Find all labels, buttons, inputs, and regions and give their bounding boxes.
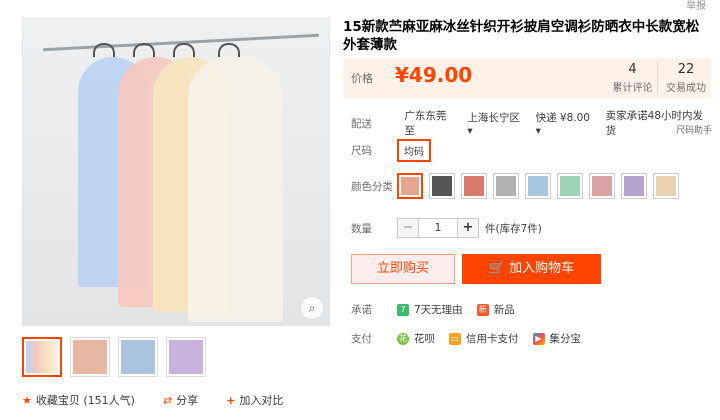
size-row: 尺码 均码 — [351, 139, 431, 162]
quantity-row: 数量 − 1 + 件(库存7件) — [351, 218, 542, 238]
plus-button[interactable]: + — [458, 219, 478, 237]
credit-card-icon: ▭ — [449, 332, 461, 345]
stock-text: 件(库存7件) — [485, 222, 542, 235]
hanger — [173, 43, 195, 57]
cart-icon: 🛒 — [488, 261, 510, 276]
color-options — [397, 173, 679, 199]
color-swatch[interactable] — [429, 173, 455, 199]
thumbnail-2[interactable] — [70, 337, 110, 377]
main-product-image[interactable]: ⌕ — [22, 18, 330, 326]
color-swatch[interactable] — [589, 173, 615, 199]
color-swatch[interactable] — [525, 173, 551, 199]
quantity-label: 数量 — [351, 222, 372, 235]
hanger — [93, 43, 115, 57]
new-icon: 新 — [476, 303, 489, 316]
jifenbao-icon: ▶ — [532, 332, 545, 345]
reviews-stat[interactable]: 4 累计评论 — [608, 62, 658, 94]
ship-to-select[interactable]: 上海长宁区 ▾ — [467, 110, 527, 137]
color-swatch[interactable] — [557, 173, 583, 199]
thumbnail-3[interactable] — [118, 337, 158, 377]
cardigan-white — [188, 57, 283, 322]
thumbnail-1[interactable] — [22, 337, 62, 377]
zoom-icon[interactable]: ⌕ — [301, 297, 323, 319]
pay-jifenbao[interactable]: ▶ 集分宝 — [532, 331, 581, 346]
sales-stat: 22 交易成功 — [666, 62, 706, 94]
color-label: 颜色分类 — [351, 180, 393, 193]
shipping-row: 配送 广东东莞 至 上海长宁区 ▾ 快递 ¥8.00 ▾ 卖家承诺48小时内发货 — [351, 108, 720, 138]
report-link[interactable]: 举报 — [686, 0, 706, 12]
size-label: 尺码 — [351, 145, 372, 157]
share-button[interactable]: ⇄ 分享 — [163, 392, 198, 408]
hanger — [133, 43, 155, 57]
promise-7day[interactable]: 7 7天无理由 — [397, 302, 463, 317]
pay-huabei[interactable]: 花花呗 — [397, 331, 435, 346]
quantity-stepper: − 1 + — [397, 218, 479, 238]
shipping-label: 配送 — [351, 117, 372, 130]
add-to-cart-button[interactable]: 🛒 加入购物车 — [462, 254, 601, 284]
seven-day-icon: 7 — [397, 303, 409, 316]
price-label: 价格 — [351, 72, 373, 85]
promise-label: 承诺 — [351, 304, 372, 316]
huabei-icon: 花 — [397, 332, 409, 345]
favorite-button[interactable]: ★ 收藏宝贝 (151人气) — [22, 392, 135, 408]
hanger — [218, 43, 240, 57]
promise-row: 承诺 7 7天无理由 新新品 — [351, 302, 529, 317]
color-swatch[interactable] — [493, 173, 519, 199]
color-swatch[interactable] — [653, 173, 679, 199]
thumbnail-strip — [22, 337, 206, 377]
minus-button[interactable]: − — [398, 219, 418, 237]
color-swatch[interactable] — [621, 173, 647, 199]
social-actions: ★ 收藏宝贝 (151人气) ⇄ 分享 + 加入对比 — [22, 392, 283, 408]
price-value: ¥49.00 — [395, 63, 473, 87]
thumbnail-4[interactable] — [166, 337, 206, 377]
compare-button[interactable]: + 加入对比 — [226, 392, 283, 408]
ship-from: 广东东莞 至 — [404, 110, 447, 137]
plus-icon: + — [226, 394, 236, 407]
quantity-input[interactable]: 1 — [418, 219, 458, 237]
color-swatch[interactable] — [461, 173, 487, 199]
product-title: 15新款苎麻亚麻冰丝针织开衫披肩空调衫防晒衣中长款宽松外套薄款 — [343, 19, 700, 53]
color-row: 颜色分类 — [351, 173, 679, 199]
payment-row: 支付 花花呗 ▭ 信用卡支付 ▶ 集分宝 — [351, 331, 595, 346]
color-swatch[interactable] — [397, 173, 423, 199]
payment-label: 支付 — [351, 333, 372, 345]
size-option[interactable]: 均码 — [397, 139, 431, 162]
promise-new[interactable]: 新新品 — [476, 302, 515, 317]
buy-now-button[interactable]: 立即购买 — [351, 254, 455, 284]
size-helper-link[interactable]: 尺码助手 — [676, 123, 712, 136]
star-icon: ★ — [22, 394, 32, 407]
share-icon: ⇄ — [162, 394, 173, 407]
price-box: 价格 ¥49.00 4 累计评论 22 交易成功 — [343, 58, 711, 98]
pay-credit[interactable]: ▭ 信用卡支付 — [449, 331, 519, 346]
ship-method-select[interactable]: 快递 ¥8.00 ▾ — [536, 110, 598, 137]
